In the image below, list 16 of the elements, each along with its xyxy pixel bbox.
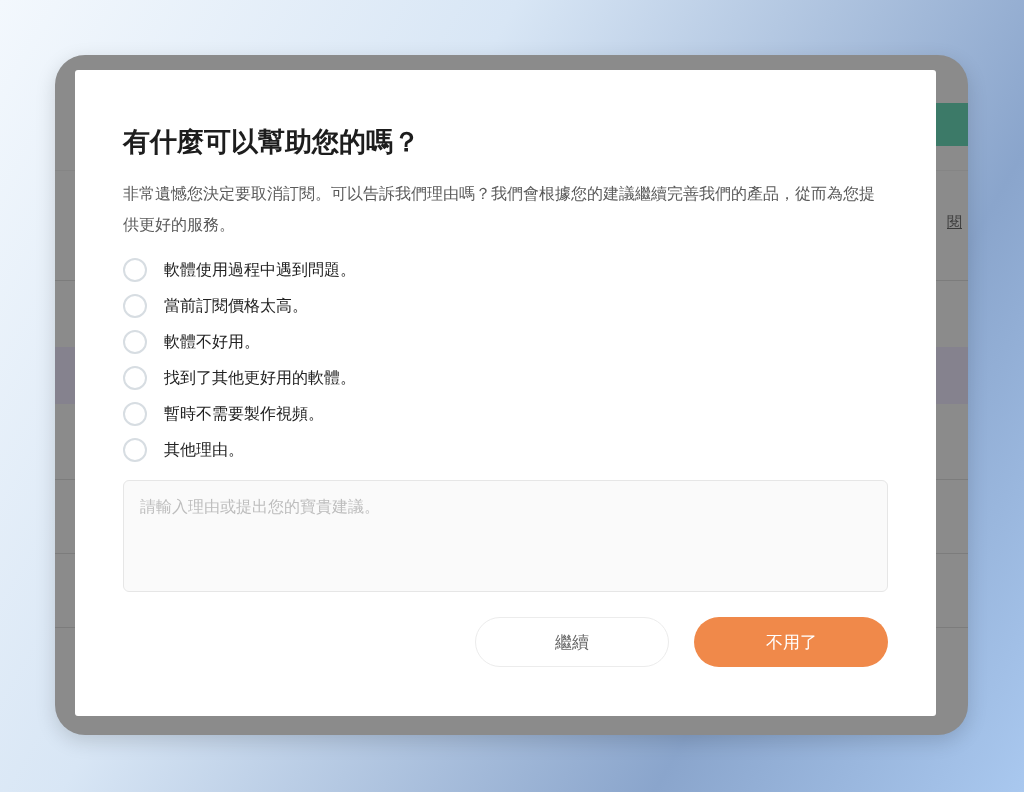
reason-label[interactable]: 軟體使用過程中遇到問題。 (164, 259, 356, 281)
dialog-title: 有什麼可以幫助您的嗎？ (123, 125, 421, 159)
radio-button[interactable] (123, 294, 147, 318)
reason-label[interactable]: 當前訂閱價格太高。 (164, 295, 308, 317)
radio-button[interactable] (123, 258, 147, 282)
reason-label[interactable]: 找到了其他更好用的軟體。 (164, 367, 356, 389)
reason-label[interactable]: 其他理由。 (164, 439, 244, 461)
feedback-field[interactable]: 請輸入理由或提出您的寶貴建議。 (123, 480, 888, 592)
dialog-message: 非常遺憾您決定要取消訂閱。可以告訴我們理由嗎？我們會根據您的建議繼續完善我們的產品，從而為您提供更好的服務。 (123, 183, 876, 236)
reason-label[interactable]: 暫時不需要製作視頻。 (164, 403, 324, 425)
radio-button[interactable] (123, 438, 147, 462)
continue-button[interactable]: 繼續 (475, 617, 669, 667)
reason-label[interactable]: 軟體不好用。 (164, 331, 260, 353)
radio-button[interactable] (123, 330, 147, 354)
radio-button[interactable] (123, 366, 147, 390)
radio-button[interactable] (123, 402, 147, 426)
